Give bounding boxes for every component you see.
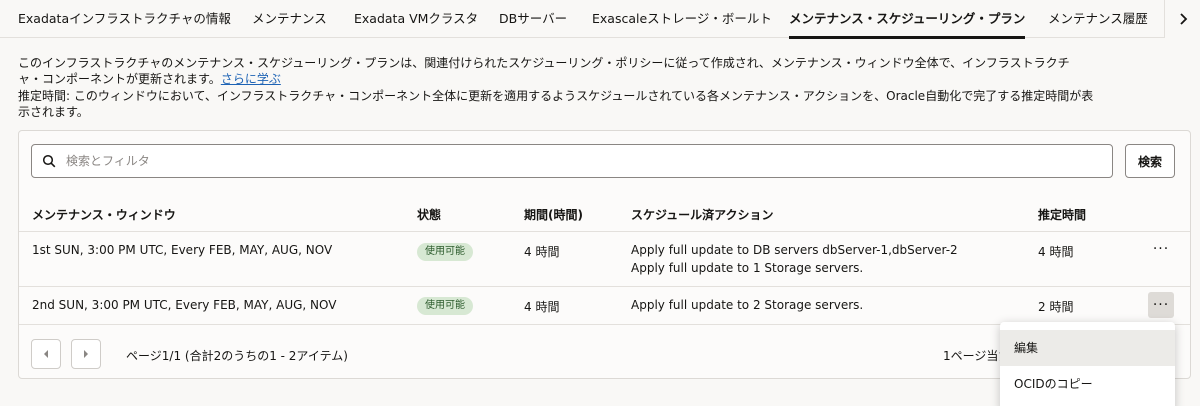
cell-estimated-time: 4 時間 (1038, 245, 1074, 259)
cell-duration: 4 時間 (524, 300, 560, 314)
row-context-menu: 編集 OCIDのコピー (1000, 322, 1175, 406)
estimate-description: 推定時間: このウィンドウにおいて、インフラストラクチャ・コンポーネント全体に更… (18, 88, 1098, 120)
search-box (31, 144, 1113, 178)
cell-duration: 4 時間 (524, 245, 560, 259)
next-page-button[interactable] (71, 339, 101, 369)
description-line: このインフラストラクチャのメンテナンス・スケジューリング・プランは、関連付けられ… (18, 56, 1070, 70)
chevron-right-icon (84, 350, 88, 358)
row-divider (19, 286, 1190, 287)
tab-vm-cluster[interactable]: Exadata VMクラスタ (354, 0, 478, 38)
tab-exascale-vault[interactable]: Exascaleストレージ・ボールト (592, 0, 772, 38)
row-actions-menu-button[interactable]: ··· (1148, 236, 1174, 262)
search-input[interactable] (66, 146, 1106, 176)
description-line: 推定時間: このウィンドウにおいて、インフラストラクチャ・コンポーネント全体に更… (18, 89, 1094, 103)
header-maintenance-window: メンテナンス・ウィンドウ (32, 208, 176, 222)
cell-scheduled-actions: Apply full update to DB servers dbServer… (631, 241, 958, 277)
search-button[interactable]: 検索 (1125, 144, 1175, 178)
pagination-summary: ページ1/1 (合計2のうちの1 - 2アイテム) (126, 349, 348, 363)
description-line: ャ・コンポーネントが更新されます。さらに学ぶ (18, 71, 1098, 87)
menu-item-copy-ocid[interactable]: OCIDのコピー (1000, 366, 1175, 402)
status-badge: 使用可能 (417, 297, 473, 315)
learn-more-link[interactable]: さらに学ぶ (221, 72, 281, 86)
search-icon (42, 154, 56, 168)
header-estimated-time: 推定時間 (1038, 208, 1087, 222)
tab-maintenance-scheduling-plan[interactable]: メンテナンス・スケジューリング・プラン (789, 0, 1026, 39)
tab-bar: Exadataインフラストラクチャの情報 メンテナンス Exadata VMクラ… (0, 0, 1200, 39)
cell-estimated-time: 2 時間 (1038, 300, 1074, 314)
action-line: Apply full update to DB servers dbServer… (631, 243, 958, 257)
header-state: 状態 (417, 208, 442, 222)
action-line: Apply full update to 2 Storage servers. (631, 298, 864, 312)
menu-item-edit[interactable]: 編集 (1000, 330, 1175, 366)
row-actions-menu-button[interactable]: ··· (1148, 292, 1174, 318)
tab-infrastructure-info[interactable]: Exadataインフラストラクチャの情報 (18, 0, 231, 38)
header-duration: 期間(時間) (524, 208, 583, 222)
row-divider (19, 231, 1190, 232)
cell-scheduled-actions: Apply full update to 2 Storage servers. (631, 296, 863, 314)
cell-maintenance-window: 2nd SUN, 3:00 PM UTC, Every FEB, MAY, AU… (32, 298, 337, 312)
tab-maintenance[interactable]: メンテナンス (252, 0, 327, 38)
tab-scroll-right-button[interactable] (1164, 0, 1200, 38)
chevron-right-icon (1179, 13, 1187, 25)
description-text: ャ・コンポーネントが更新されます。 (18, 72, 221, 86)
tab-db-servers[interactable]: DBサーバー (499, 0, 567, 38)
cell-maintenance-window: 1st SUN, 3:00 PM UTC, Every FEB, MAY, AU… (32, 243, 333, 257)
header-scheduled-actions: スケジュール済アクション (631, 208, 774, 222)
chevron-left-icon (44, 350, 48, 358)
action-line: Apply full update to 1 Storage servers. (631, 261, 864, 275)
status-badge: 使用可能 (417, 243, 473, 261)
description-line: 示されます。 (18, 105, 89, 119)
plan-description: このインフラストラクチャのメンテナンス・スケジューリング・プランは、関連付けられ… (18, 55, 1098, 87)
previous-page-button[interactable] (31, 339, 61, 369)
tab-maintenance-history[interactable]: メンテナンス履歴 (1048, 0, 1148, 38)
